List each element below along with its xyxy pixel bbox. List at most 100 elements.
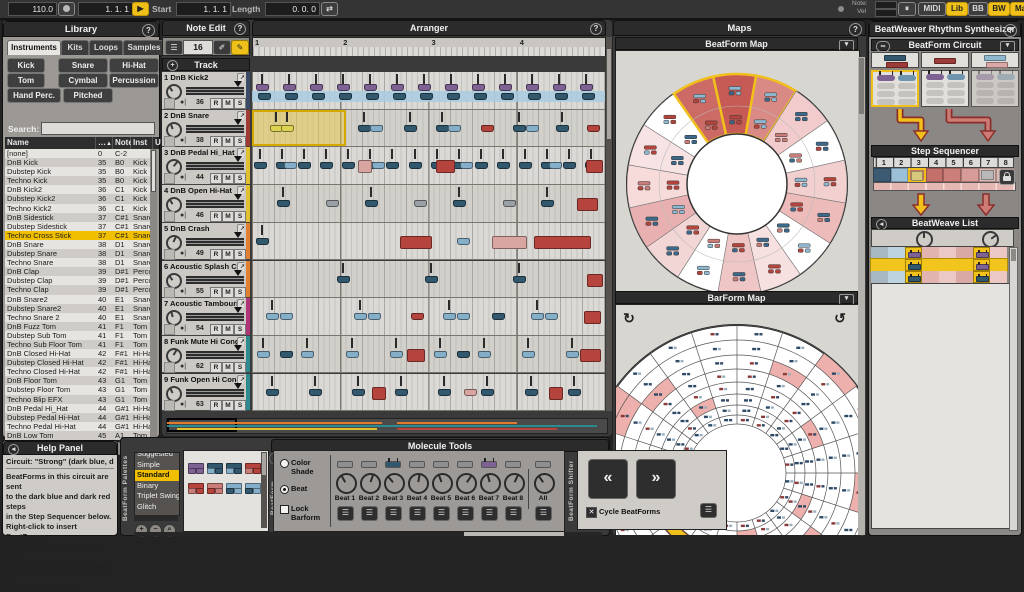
mute-button[interactable]: M (222, 173, 234, 184)
category-cymbal[interactable]: Cymbal (58, 73, 108, 88)
solo-button[interactable]: S (234, 324, 246, 335)
palette-beatform[interactable] (226, 479, 243, 491)
table-row[interactable]: DnB Snare38D1Snare (5, 240, 153, 249)
note-glyph[interactable] (472, 84, 485, 91)
weave-cell[interactable] (939, 247, 956, 259)
note-glyph[interactable] (411, 313, 424, 320)
note-block[interactable] (549, 387, 563, 400)
track-slider[interactable] (186, 200, 244, 208)
list-icon[interactable]: ☰ (481, 506, 498, 521)
note-glyph[interactable] (342, 162, 355, 169)
palette-item-suggested[interactable]: Suggested (135, 452, 179, 460)
view-btn-midi[interactable]: MIDI (918, 2, 946, 16)
note-glyph[interactable] (464, 389, 477, 396)
note-glyph[interactable] (566, 351, 579, 358)
tab-samples[interactable]: Samples (123, 40, 165, 55)
velocity-bar[interactable] (873, 182, 1016, 191)
table-row[interactable]: Dubstep Floor Tom43G1Tom (5, 385, 153, 394)
note-glyph[interactable] (257, 351, 270, 358)
tumbler-knob-1[interactable] (336, 473, 357, 494)
keyboard-view-button[interactable]: ⏸ (898, 2, 916, 16)
loop-button[interactable]: ⇄ (321, 2, 338, 16)
table-row[interactable]: DnB Sidestick37C#1Snare (5, 213, 153, 222)
table-row[interactable]: Techno Kick35B0Kick (5, 176, 153, 185)
weave-knob[interactable] (982, 231, 999, 248)
step-cell[interactable] (926, 168, 944, 182)
view-btn-lib[interactable]: Lib (946, 2, 968, 16)
beatform-map-area[interactable] (615, 50, 860, 292)
record-arm-icon[interactable]: ●| (180, 325, 186, 332)
note-block[interactable] (436, 160, 455, 173)
tumbler-knob-4[interactable] (408, 473, 429, 494)
maps-scrollbar[interactable] (858, 57, 865, 535)
solo-button[interactable]: S (234, 211, 246, 222)
view-btn-bw[interactable]: BW (988, 2, 1010, 16)
track-strip[interactable]: 2 DnB Snare↗●|38RMS (162, 110, 250, 148)
selection-region[interactable] (252, 110, 346, 147)
note-glyph[interactable] (414, 200, 427, 207)
arranger-row[interactable] (252, 223, 605, 261)
list-icon[interactable]: ☰ (337, 506, 354, 521)
category-tom[interactable]: Tom (7, 73, 45, 88)
note-block[interactable] (534, 236, 590, 249)
record-button[interactable] (58, 2, 75, 16)
library-header[interactable]: Library ? (3, 21, 159, 37)
record-button[interactable]: R (210, 249, 222, 260)
color-chip[interactable] (164, 324, 175, 335)
note-glyph[interactable] (365, 200, 378, 207)
track-slider[interactable] (186, 276, 244, 284)
note-glyph[interactable] (481, 125, 494, 132)
circuit-slot-cell[interactable] (871, 70, 919, 107)
note-glyph[interactable] (531, 313, 544, 320)
track-strip[interactable]: 1 DnB Kick2↗●|36RMS (162, 72, 250, 110)
color-chip[interactable] (164, 211, 175, 222)
record-button[interactable]: R (210, 324, 222, 335)
position-field[interactable]: 1. 1. 1 (78, 2, 133, 16)
palette-item-simple[interactable]: Simple (135, 460, 179, 471)
column-name[interactable]: Name (5, 137, 96, 149)
weave-cell[interactable] (922, 271, 939, 283)
note-glyph[interactable] (390, 351, 403, 358)
note-glyph[interactable] (280, 313, 293, 320)
note-glyph[interactable] (580, 84, 593, 91)
tumbler-knob-2[interactable] (360, 473, 381, 494)
color-chip[interactable] (164, 249, 175, 260)
note-glyph[interactable] (409, 162, 422, 169)
note-glyph[interactable] (499, 84, 512, 91)
weave-cell[interactable] (922, 259, 939, 271)
step-cell[interactable] (961, 168, 979, 182)
track-strip[interactable]: 9 Funk Open Hi Conga↗●|63RMS (162, 374, 250, 411)
note-glyph[interactable] (545, 313, 558, 320)
tumbler-knob-8[interactable] (504, 473, 525, 494)
arranger-row[interactable] (252, 185, 605, 223)
rotate-cw-icon[interactable]: ↻ (620, 309, 638, 327)
note-block[interactable] (400, 236, 432, 249)
weave-knob[interactable] (916, 231, 933, 248)
arranger-row[interactable] (252, 147, 605, 185)
column-num[interactable]: …▲ (96, 137, 113, 149)
color-chip[interactable] (164, 136, 175, 147)
note-glyph[interactable] (563, 162, 576, 169)
step-cell[interactable] (891, 168, 909, 182)
table-row[interactable]: Dubstep Closed Hi-Hat42F#1Hi-Hat (5, 358, 153, 367)
note-glyph[interactable] (492, 313, 505, 320)
list-icon[interactable]: ☰ (457, 506, 474, 521)
record-arm-icon[interactable]: ●| (180, 401, 186, 408)
table-row[interactable]: Dubstep Pedal Hi-Hat44G#1Hi-Hat (5, 413, 153, 422)
help-icon[interactable]: ? (142, 24, 155, 37)
library-scrollbar[interactable] (150, 149, 157, 440)
note-block[interactable] (492, 236, 527, 249)
weave-cell[interactable] (990, 271, 1007, 283)
step-cell[interactable] (943, 168, 961, 182)
note-glyph[interactable] (284, 162, 297, 169)
note-glyph[interactable] (445, 84, 458, 91)
beatform-map[interactable] (616, 51, 859, 291)
note-glyph[interactable] (309, 389, 322, 396)
track-slider[interactable] (186, 313, 244, 321)
weave-cell[interactable] (871, 271, 888, 283)
mute-button[interactable]: M (222, 136, 234, 147)
note-glyph[interactable] (448, 125, 461, 132)
track-slider[interactable] (186, 238, 244, 246)
table-row[interactable]: Techno Kick236C1Kick (5, 204, 153, 213)
record-button[interactable]: R (210, 362, 222, 373)
